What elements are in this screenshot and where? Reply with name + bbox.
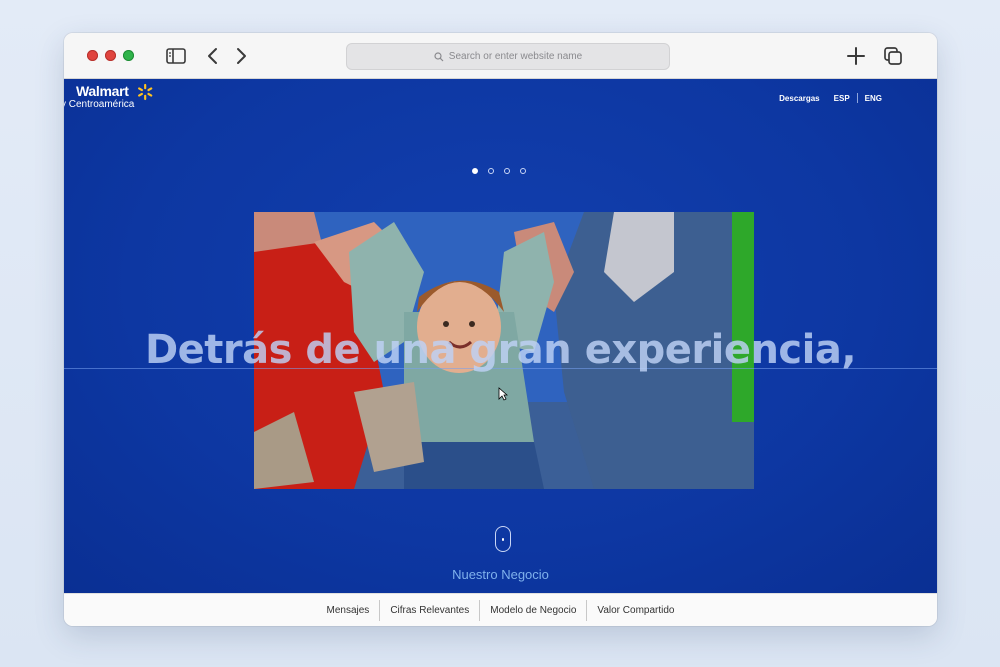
mouse-cursor-icon <box>498 387 508 401</box>
section-label: Nuestro Negocio <box>452 567 549 582</box>
address-placeholder: Search or enter website name <box>448 51 583 62</box>
close-window-button[interactable] <box>87 50 98 61</box>
hero-headline: Detrás de una gran experiencia, <box>144 327 857 373</box>
spark-logo-icon <box>138 83 153 101</box>
new-tab-icon[interactable] <box>845 45 867 67</box>
tab-overview-icon[interactable] <box>882 45 904 67</box>
scroll-down-indicator[interactable] <box>495 526 511 552</box>
downloads-link[interactable]: Descargas <box>772 94 826 103</box>
subnav-modelo-de-negocio[interactable]: Modelo de Negocio <box>480 600 586 621</box>
subnav-cifras-relevantes[interactable]: Cifras Relevantes <box>380 600 479 621</box>
section-navigation: Mensajes Cifras Relevantes Modelo de Neg… <box>64 593 937 626</box>
lang-eng-link[interactable]: ENG <box>858 94 889 103</box>
sidebar-toggle-icon[interactable] <box>165 45 187 67</box>
search-icon <box>434 51 444 61</box>
brand-logo[interactable]: Walmart <box>76 83 129 99</box>
forward-icon[interactable] <box>230 45 252 67</box>
web-page: Walmart y Centroamérica Descargas ESP EN… <box>64 79 937 593</box>
lang-esp-link[interactable]: ESP <box>827 94 857 103</box>
browser-toolbar: Search or enter website name <box>64 33 937 79</box>
browser-window: Search or enter website name Walmart y C… <box>64 33 937 626</box>
subnav-valor-compartido[interactable]: Valor Compartido <box>587 600 684 621</box>
carousel-dot-2[interactable] <box>488 168 494 174</box>
zoom-window-button[interactable] <box>123 50 134 61</box>
subnav-mensajes[interactable]: Mensajes <box>317 600 380 621</box>
carousel-dot-1[interactable] <box>472 168 478 174</box>
carousel-dots <box>472 168 536 174</box>
top-navigation: Descargas ESP ENG <box>772 93 889 103</box>
brand-subtitle: y Centroamérica <box>64 99 135 110</box>
carousel-dot-4[interactable] <box>520 168 526 174</box>
carousel-dot-3[interactable] <box>504 168 510 174</box>
minimize-window-button[interactable] <box>105 50 116 61</box>
address-bar[interactable]: Search or enter website name <box>346 43 670 70</box>
back-icon[interactable] <box>202 45 224 67</box>
